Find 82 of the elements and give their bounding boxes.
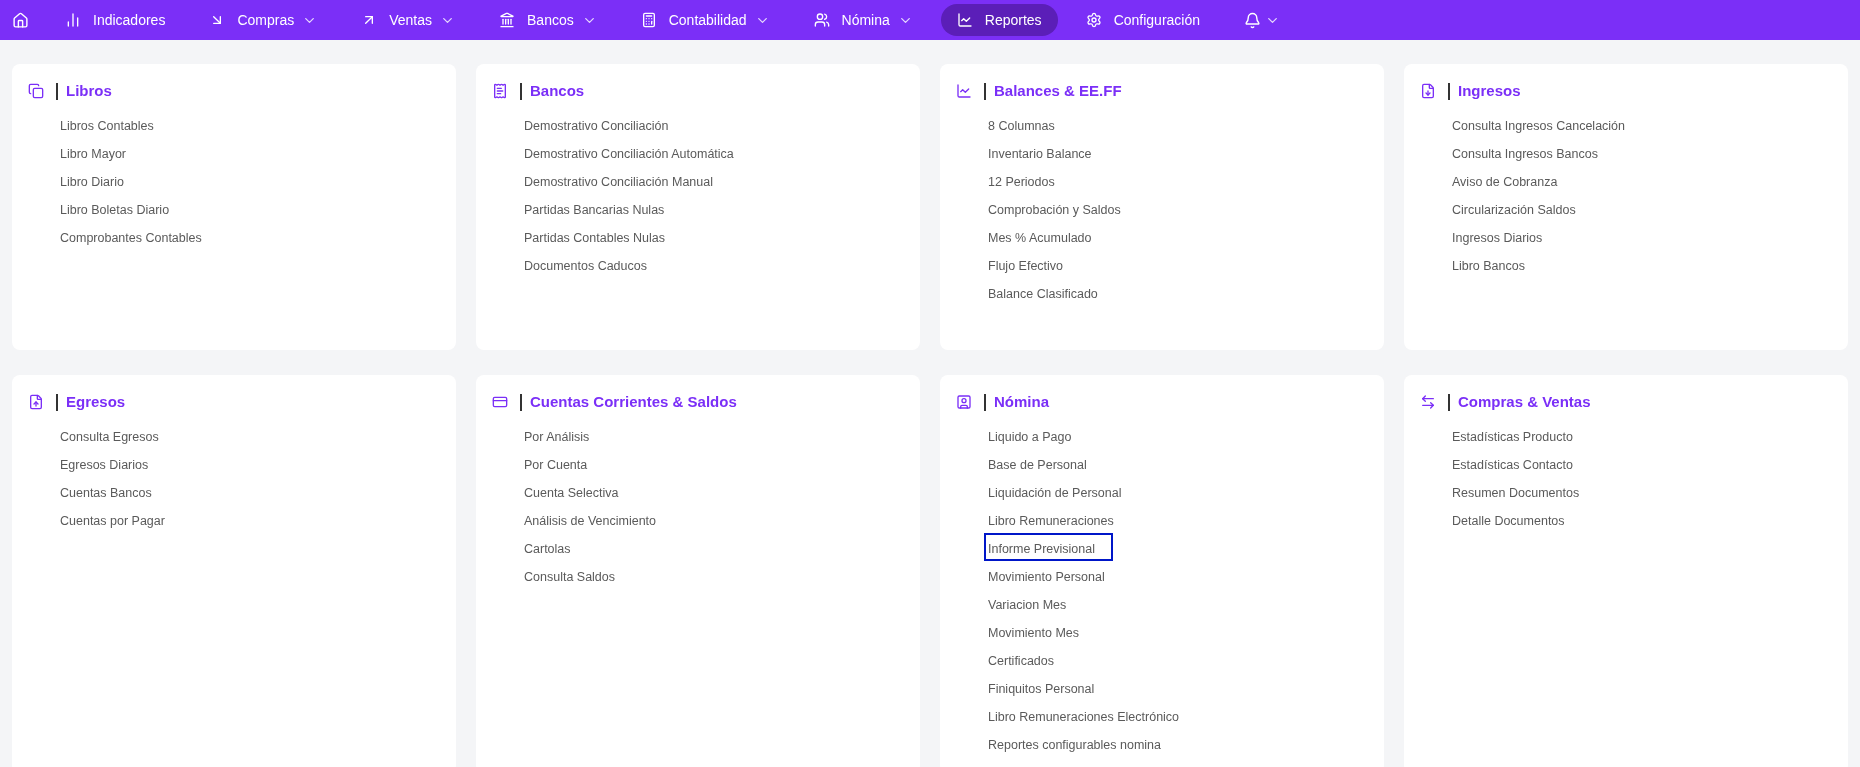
nav-item[interactable]: Configuración [1069, 4, 1216, 36]
report-link[interactable]: Demostrativo Conciliación Manual [520, 166, 717, 194]
report-link[interactable]: Por Análisis [520, 421, 594, 449]
arrows-icon [1420, 394, 1436, 410]
calculator-icon [640, 12, 657, 28]
report-link[interactable]: Cartolas [520, 533, 575, 561]
card-title: Nómina [994, 391, 1049, 412]
nav-item[interactable]: Nómina [797, 4, 929, 36]
report-link[interactable]: Circularización Saldos [1448, 194, 1580, 222]
report-link[interactable]: Partidas Contables Nulas [520, 222, 670, 250]
document-icon [492, 83, 508, 99]
line-chart-icon [956, 12, 973, 28]
report-link[interactable]: Mes % Acumulado [984, 222, 1096, 250]
settings-icon [1085, 12, 1102, 28]
report-link[interactable]: Movimiento Personal [984, 561, 1109, 589]
report-link[interactable]: Libro Bancos [1448, 250, 1529, 278]
report-link[interactable]: 8 Columnas [984, 110, 1059, 138]
report-link[interactable]: Análisis de Vencimiento [520, 505, 661, 533]
report-link[interactable]: Informe Previsional [984, 533, 1113, 561]
report-link[interactable]: Resumen Documentos [1448, 477, 1584, 505]
report-link[interactable]: Estadísticas Contacto [1448, 449, 1577, 477]
report-link[interactable]: Ingresos Diarios [1448, 222, 1547, 250]
bar-chart-icon [65, 12, 81, 28]
nav-item[interactable]: Compras [193, 4, 334, 36]
report-link[interactable]: Cuentas por Pagar [56, 505, 169, 533]
report-link[interactable]: Libro Remuneraciones Electrónico [984, 701, 1184, 729]
card-icon [492, 394, 508, 410]
nav-item[interactable]: Indicadores [49, 4, 182, 36]
user-icon [813, 12, 830, 28]
report-link[interactable]: Aviso de Cobranza [1448, 166, 1562, 194]
report-link[interactable]: Detalle Documentos [1448, 505, 1569, 533]
report-link[interactable]: Egresos Diarios [56, 449, 153, 477]
file-download-icon [1420, 83, 1436, 99]
report-link[interactable]: Certificados [984, 645, 1058, 673]
report-link[interactable]: Finiquitos Personal [984, 673, 1099, 701]
report-link[interactable]: Balance Clasificado [984, 278, 1102, 306]
report-link[interactable]: Variacion Mes [984, 589, 1071, 617]
user-card-icon [956, 394, 972, 410]
card-title: Balances & EE.FF [994, 80, 1122, 101]
copy-icon [28, 83, 44, 99]
report-link[interactable]: Consulta Ingresos Cancelación [1448, 110, 1630, 138]
report-link[interactable]: Comprobación y Saldos [984, 194, 1125, 222]
home-icon [12, 11, 29, 29]
report-link[interactable]: Libro Boletas Diario [56, 194, 174, 222]
card-title: Egresos [66, 391, 126, 412]
nav-item[interactable]: Ventas [345, 4, 471, 36]
report-link[interactable]: Cuentas Bancos [56, 477, 156, 505]
report-link[interactable]: Libros Contables [56, 110, 158, 138]
report-link[interactable]: Partidas Bancarias Nulas [520, 194, 669, 222]
card-title: Bancos [530, 80, 585, 101]
nav-item[interactable]: Bancos [483, 4, 613, 36]
report-link[interactable]: Liquidación de Personal [984, 477, 1126, 505]
nav-item[interactable]: Reportes [940, 4, 1058, 36]
report-link[interactable]: Libro Mayor [56, 138, 130, 166]
report-link[interactable]: Consulta Ingresos Bancos [1448, 138, 1602, 166]
card-title: Libros [66, 80, 112, 101]
report-link[interactable]: Flujo Efectivo [984, 250, 1068, 278]
report-link[interactable]: Movimiento Mes [984, 617, 1083, 645]
report-link[interactable]: Documentos Caducos [520, 250, 651, 278]
report-link[interactable]: Libro Diario [56, 166, 128, 194]
report-link[interactable]: Base de Personal [984, 449, 1091, 477]
report-link[interactable]: Consulta Saldos [520, 561, 620, 589]
report-link[interactable]: Cuenta Selectiva [520, 477, 623, 505]
report-link[interactable]: Comprobantes Contables [56, 222, 206, 250]
report-link[interactable]: Reportes configurables nomina [984, 729, 1166, 757]
report-link[interactable]: Inventario Balance [984, 138, 1096, 166]
report-link[interactable]: Consulta Egresos [56, 421, 163, 449]
file-upload-icon [28, 394, 44, 410]
bank-icon [499, 12, 515, 28]
line-chart-icon [956, 83, 972, 99]
bell-icon [1244, 11, 1261, 29]
report-link[interactable]: Estadísticas Producto [1448, 421, 1577, 449]
report-link[interactable]: Por Cuenta [520, 449, 592, 477]
report-link[interactable]: Demostrativo Conciliación [520, 110, 673, 138]
report-link[interactable]: Demostrativo Conciliación Automática [520, 138, 738, 166]
report-link[interactable]: Libro Remuneraciones [984, 505, 1118, 533]
card-title: Ingresos [1458, 80, 1521, 101]
report-link[interactable]: 12 Periodos [984, 166, 1059, 194]
card-title: Cuentas Corrientes & Saldos [530, 391, 737, 412]
report-link[interactable]: Liquido a Pago [984, 421, 1076, 449]
card-title: Compras & Ventas [1458, 391, 1591, 412]
nav-item[interactable]: Contabilidad [624, 4, 786, 36]
